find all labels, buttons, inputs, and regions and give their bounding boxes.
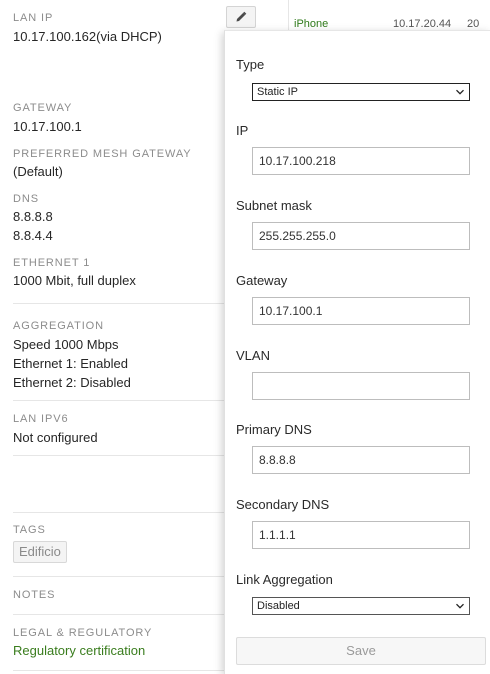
link-aggregation-label: Link Aggregation <box>236 572 333 587</box>
vlan-label: VLAN <box>236 348 270 363</box>
gateway-label: GATEWAY <box>13 102 73 114</box>
primary-dns-label: Primary DNS <box>236 422 312 437</box>
tag-chip[interactable]: Edificio <box>13 541 67 563</box>
subnet-mask-input[interactable]: 255.255.255.0 <box>252 222 470 250</box>
primary-dns-input[interactable]: 8.8.8.8 <box>252 446 470 474</box>
notes-label: NOTES <box>13 589 56 601</box>
lan-edit-panel: Type Static IP IP 10.17.100.218 Subnet m… <box>224 30 490 674</box>
divider <box>13 670 243 671</box>
device-details: LAN IP 10.17.100.162(via DHCP) GATEWAY 1… <box>0 0 256 674</box>
gateway-input[interactable]: 10.17.100.1 <box>252 297 470 325</box>
divider <box>13 303 243 304</box>
ethernet1-value: 1000 Mbit, full duplex <box>13 273 136 288</box>
ip-label: IP <box>236 123 249 138</box>
ethernet1-label: ETHERNET 1 <box>13 257 91 269</box>
lan-ip-source: (via DHCP) <box>96 29 162 44</box>
dns-value-2: 8.8.4.4 <box>13 228 53 243</box>
regulatory-certification-link[interactable]: Regulatory certification <box>13 641 145 660</box>
divider <box>13 455 243 456</box>
pencil-icon <box>236 11 247 22</box>
aggregation-speed: Speed 1000 Mbps <box>13 337 119 352</box>
preferred-mesh-gateway-label: PREFERRED MESH GATEWAY <box>13 148 192 160</box>
dns-label: DNS <box>13 193 39 205</box>
divider <box>13 576 243 577</box>
divider <box>13 400 243 401</box>
preferred-mesh-gateway-value: (Default) <box>13 164 63 179</box>
lan-ip-label: LAN IP <box>13 12 54 24</box>
gateway-value: 10.17.100.1 <box>13 119 82 134</box>
lan-ipv6-label: LAN IPV6 <box>13 413 69 425</box>
type-select[interactable]: Static IP <box>252 83 470 101</box>
gateway-field-label: Gateway <box>236 273 288 288</box>
chevron-down-icon <box>456 603 464 609</box>
lan-ipv6-value: Not configured <box>13 430 98 445</box>
background-client-row: iPhone 10.17.20.44 20 <box>288 0 490 32</box>
subnet-mask-label: Subnet mask <box>236 198 312 213</box>
tags-label: TAGS <box>13 524 46 536</box>
divider <box>13 512 243 513</box>
divider <box>13 614 243 615</box>
client-number: 20 <box>467 18 480 30</box>
legal-label: LEGAL & REGULATORY <box>13 627 153 639</box>
client-name-link[interactable]: iPhone <box>294 18 328 30</box>
type-selected-value: Static IP <box>257 86 298 98</box>
secondary-dns-input[interactable]: 1.1.1.1 <box>252 521 470 549</box>
chevron-down-icon <box>456 89 464 95</box>
link-aggregation-select[interactable]: Disabled <box>252 597 470 615</box>
save-button[interactable]: Save <box>236 637 486 665</box>
client-ip: 10.17.20.44 <box>393 18 452 30</box>
lan-ip-address: 10.17.100.162 <box>13 29 97 44</box>
edit-lan-button[interactable] <box>226 6 256 28</box>
vlan-input[interactable] <box>252 372 470 400</box>
ip-input[interactable]: 10.17.100.218 <box>252 147 470 175</box>
secondary-dns-label: Secondary DNS <box>236 497 330 512</box>
link-aggregation-selected-value: Disabled <box>257 600 300 612</box>
type-label: Type <box>236 57 265 72</box>
aggregation-label: AGGREGATION <box>13 320 104 332</box>
aggregation-eth1: Ethernet 1: Enabled <box>13 356 128 371</box>
aggregation-eth2: Ethernet 2: Disabled <box>13 375 131 390</box>
dns-value-1: 8.8.8.8 <box>13 209 53 224</box>
lan-ip-value: 10.17.100.162(via DHCP) <box>13 27 162 46</box>
